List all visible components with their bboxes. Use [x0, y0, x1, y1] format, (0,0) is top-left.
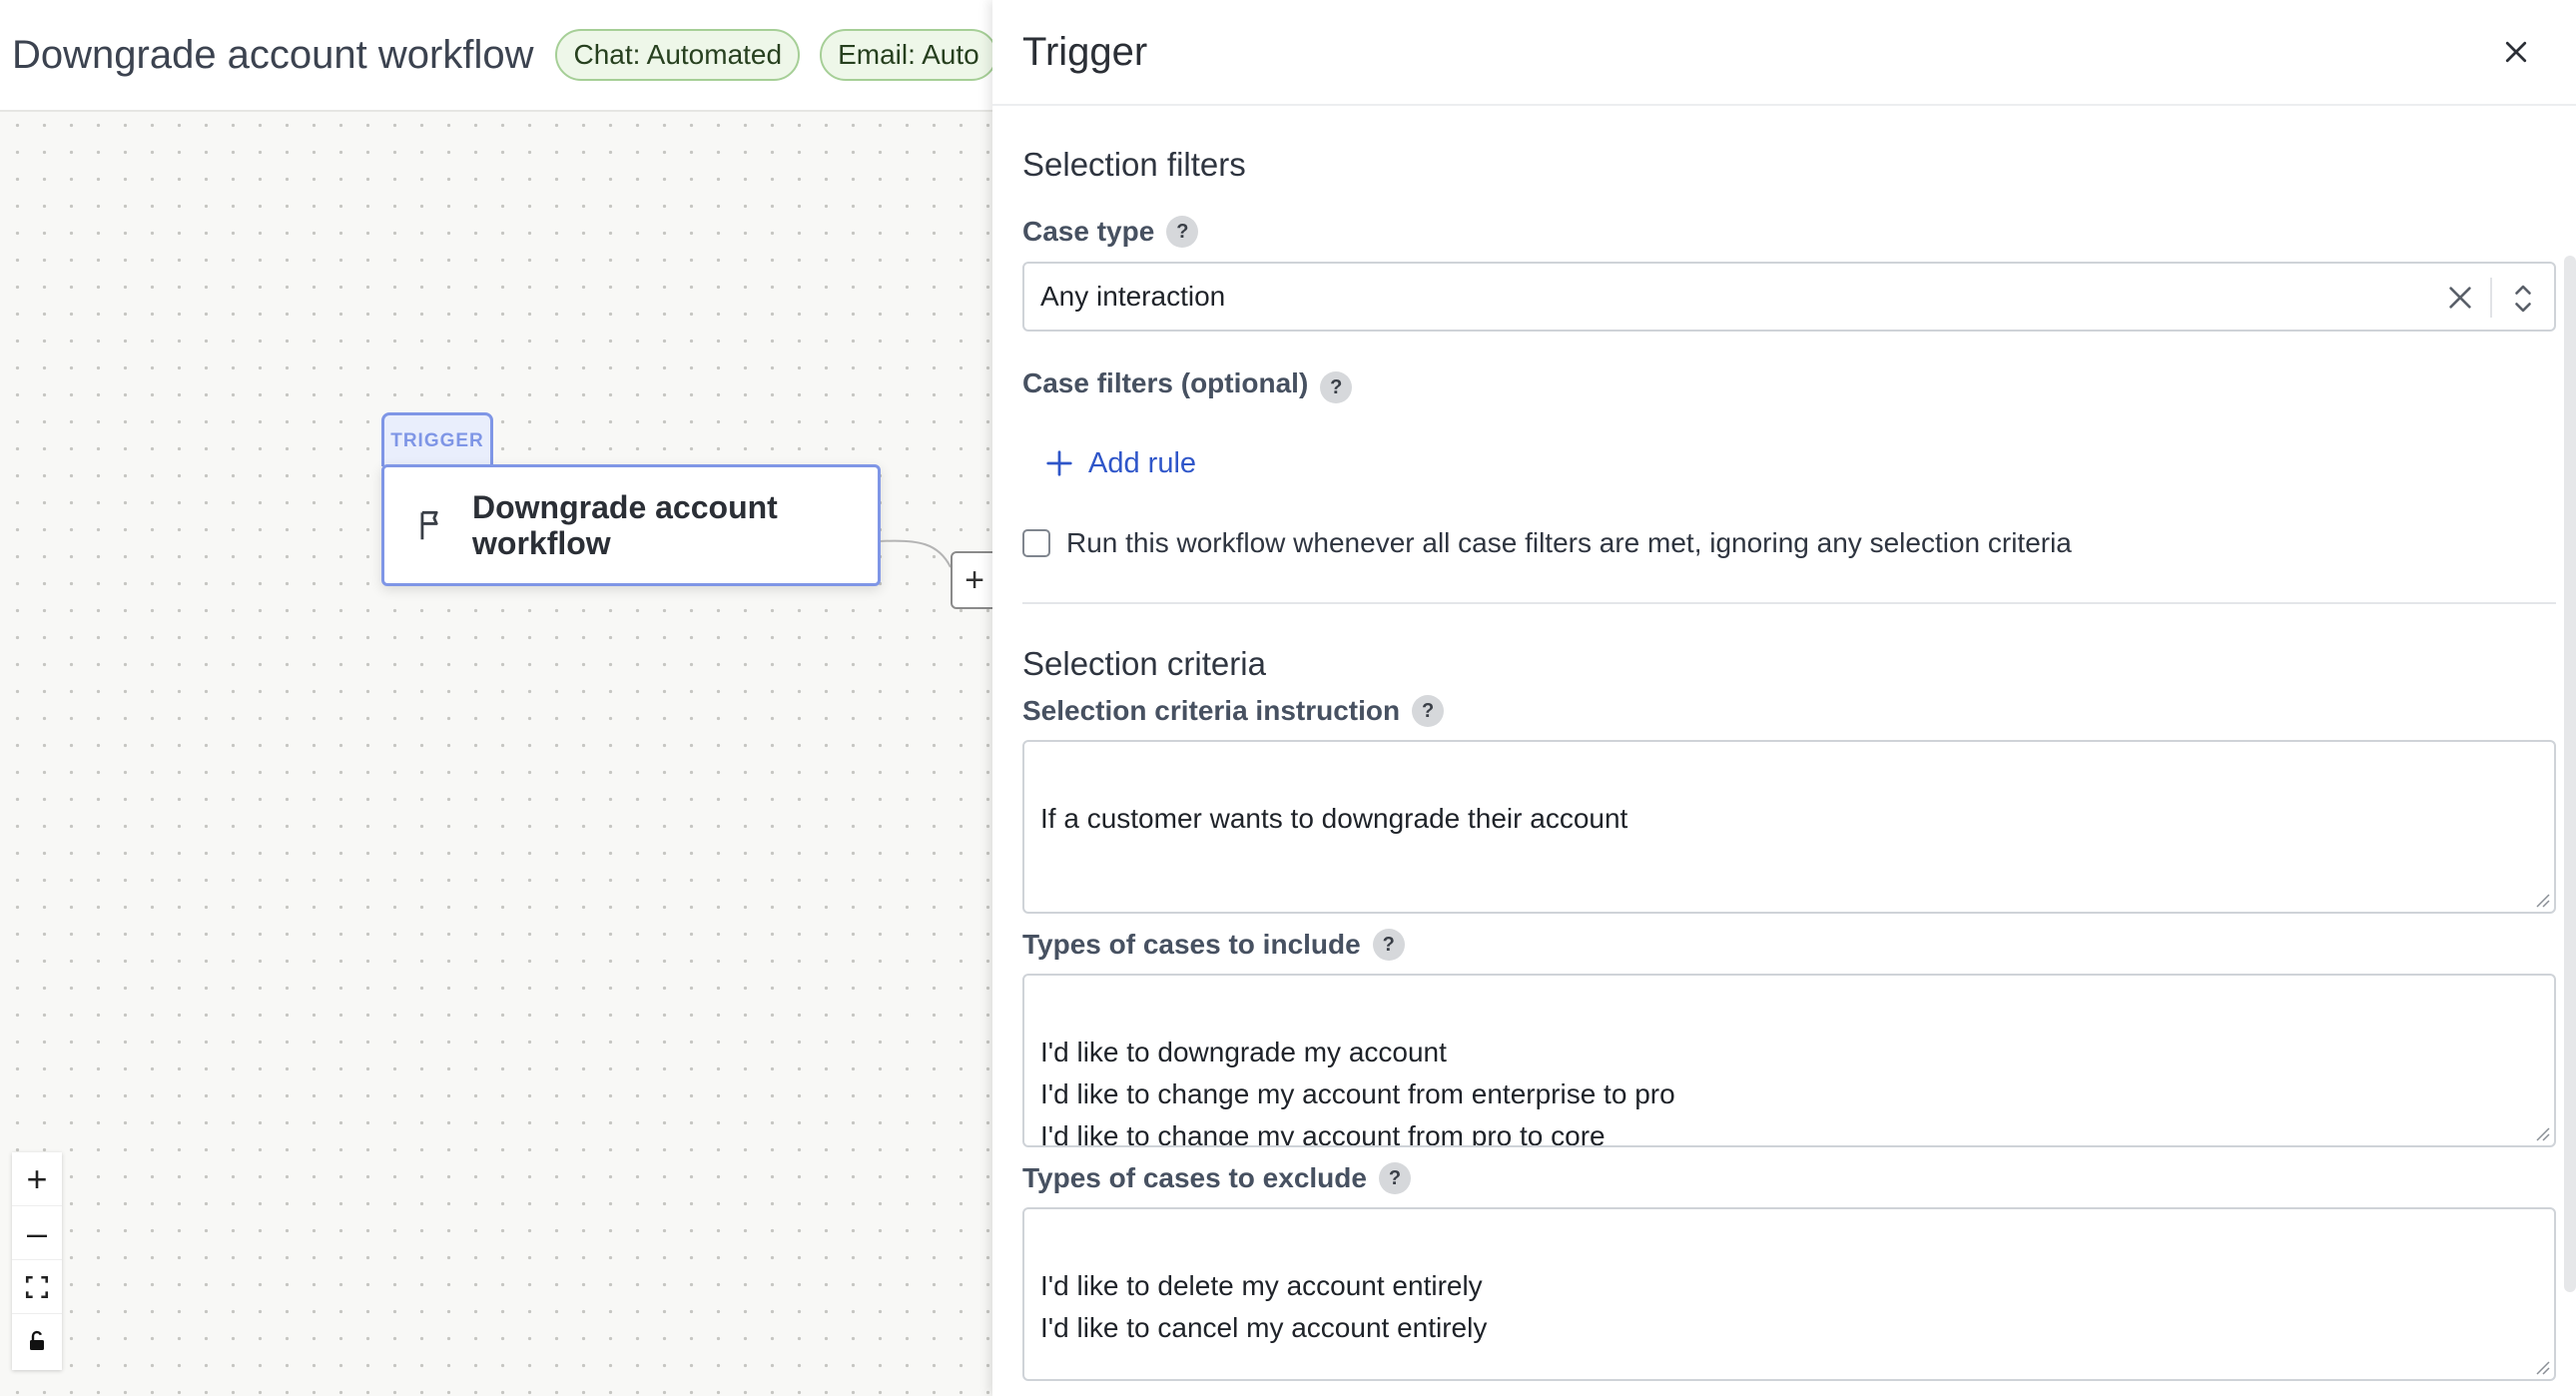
- zoom-controls: + –: [12, 1152, 62, 1370]
- resize-handle-icon[interactable]: [2532, 1123, 2550, 1141]
- case-type-label-text: Case type: [1022, 216, 1155, 247]
- panel-header: Trigger: [992, 0, 2576, 106]
- include-label: Types of cases to include ?: [1022, 929, 1405, 961]
- lock-button[interactable]: [12, 1314, 62, 1368]
- trigger-panel: Trigger Selection filters Case type ? An…: [992, 0, 2576, 1396]
- help-icon[interactable]: ?: [1372, 929, 1405, 961]
- add-rule-button[interactable]: Add rule: [1044, 443, 1196, 483]
- case-filters-label: Case filters (optional) ?: [1022, 363, 1353, 403]
- run-workflow-checkbox[interactable]: [1022, 529, 1050, 557]
- help-icon[interactable]: ?: [1320, 371, 1353, 403]
- panel-title: Trigger: [1022, 29, 1148, 74]
- instruction-label: Selection criteria instruction ?: [1022, 695, 1445, 727]
- trigger-node[interactable]: Downgrade account workflow: [381, 464, 881, 586]
- exclude-value: I'd like to delete my account entirely I…: [1040, 1270, 1488, 1343]
- run-workflow-label: Run this workflow whenever all case filt…: [1066, 527, 2072, 558]
- resize-handle-icon[interactable]: [2532, 1357, 2550, 1375]
- flag-icon: [420, 510, 438, 540]
- exclude-label: Types of cases to exclude ?: [1022, 1162, 1411, 1194]
- zoom-in-button[interactable]: +: [12, 1152, 62, 1206]
- fit-view-icon: [25, 1275, 49, 1298]
- fit-view-button[interactable]: [12, 1260, 62, 1314]
- clear-icon[interactable]: [2444, 282, 2476, 314]
- chevron-up-down-icon[interactable]: [2510, 280, 2536, 318]
- case-type-value: Any interaction: [1040, 281, 1226, 312]
- case-type-select[interactable]: Any interaction: [1022, 262, 2556, 332]
- case-type-label: Case type ?: [1022, 216, 1199, 248]
- exclude-textarea[interactable]: I'd like to delete my account entirely I…: [1022, 1207, 2556, 1381]
- help-icon[interactable]: ?: [1412, 695, 1445, 727]
- instruction-textarea[interactable]: If a customer wants to downgrade their a…: [1022, 740, 2556, 914]
- panel-scrollbar[interactable]: [2564, 256, 2576, 1292]
- close-icon: [2505, 41, 2527, 63]
- trigger-node-label: Downgrade account workflow: [472, 489, 778, 561]
- close-button[interactable]: [2494, 30, 2538, 74]
- plus-icon: [1046, 450, 1072, 476]
- zoom-out-button[interactable]: –: [12, 1206, 62, 1260]
- section-divider: [1022, 602, 2556, 604]
- include-value: I'd like to downgrade my account I'd lik…: [1040, 1037, 1675, 1147]
- workflow-header: Downgrade account workflow Chat: Automat…: [0, 0, 992, 112]
- workflow-title: Downgrade account workflow: [12, 32, 534, 77]
- email-status-badge: Email: Auto: [820, 29, 992, 81]
- help-icon[interactable]: ?: [1378, 1162, 1411, 1194]
- exclude-label-text: Types of cases to exclude: [1022, 1162, 1367, 1193]
- chat-status-badge: Chat: Automated: [555, 29, 801, 81]
- lock-icon: [30, 1330, 44, 1350]
- instruction-label-text: Selection criteria instruction: [1022, 695, 1401, 726]
- run-workflow-option: Run this workflow whenever all case filt…: [1022, 527, 2072, 559]
- help-icon[interactable]: ?: [1166, 216, 1199, 248]
- resize-handle-icon[interactable]: [2532, 890, 2550, 908]
- include-textarea[interactable]: I'd like to downgrade my account I'd lik…: [1022, 974, 2556, 1147]
- instruction-value: If a customer wants to downgrade their a…: [1040, 803, 1628, 834]
- workflow-canvas[interactable]: Downgrade account workflow Chat: Automat…: [0, 0, 992, 1396]
- select-separator: [2490, 278, 2492, 318]
- add-node-button[interactable]: +: [951, 551, 992, 609]
- include-label-text: Types of cases to include: [1022, 929, 1361, 960]
- trigger-tag: TRIGGER: [381, 412, 493, 466]
- selection-criteria-heading: Selection criteria: [1022, 645, 1266, 682]
- add-rule-label: Add rule: [1088, 446, 1197, 479]
- selection-filters-heading: Selection filters: [1022, 146, 1246, 183]
- case-filters-label-text: Case filters (optional): [1022, 367, 1309, 398]
